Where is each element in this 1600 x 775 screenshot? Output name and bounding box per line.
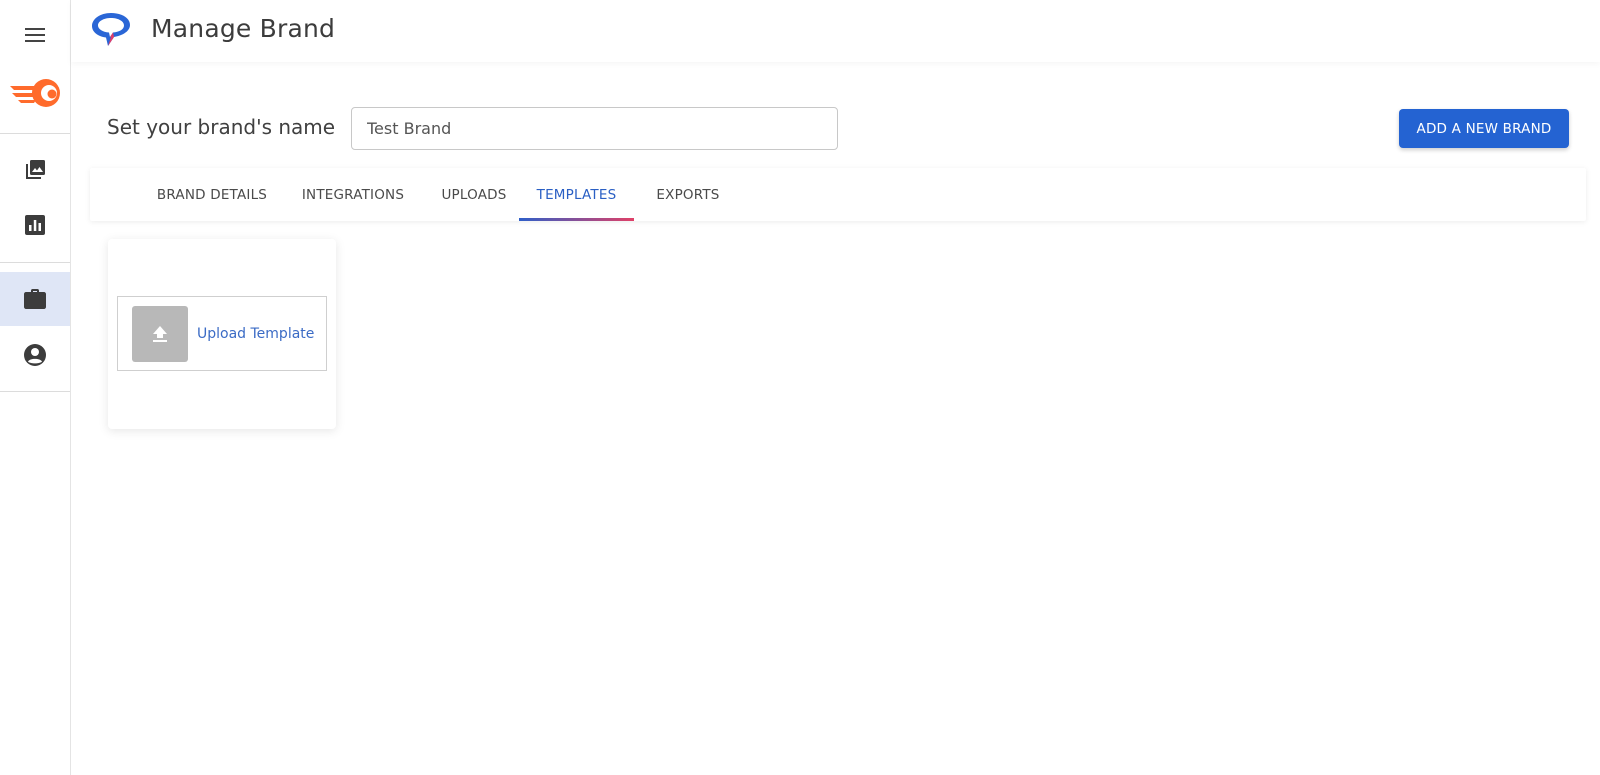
template-card: Upload Template: [108, 239, 336, 429]
sidebar-divider: [0, 391, 70, 392]
bar-chart-icon: [25, 215, 45, 235]
tab-uploads[interactable]: UPLOADS: [432, 168, 516, 221]
upload-arrow-icon: [153, 325, 167, 342]
upload-template-button[interactable]: Upload Template: [117, 296, 327, 371]
tab-templates[interactable]: TEMPLATES: [519, 168, 634, 221]
sidebar-item-brands[interactable]: [0, 272, 70, 326]
chat-bubble-logo-icon: [92, 13, 130, 46]
briefcase-icon: [24, 289, 46, 309]
sidebar-item-account[interactable]: [0, 328, 70, 382]
brand-logo-button[interactable]: [0, 66, 70, 120]
upload-template-label: Upload Template: [197, 325, 315, 342]
active-tab-indicator: [519, 218, 634, 221]
sidebar-divider: [0, 133, 70, 134]
account-circle-icon: [24, 344, 46, 366]
tab-brand-details[interactable]: BRAND DETAILS: [152, 168, 272, 221]
top-bar: Manage Brand: [71, 0, 1600, 62]
add-new-brand-button[interactable]: ADD A NEW BRAND: [1399, 109, 1569, 148]
brand-name-input[interactable]: [351, 107, 838, 150]
sidebar: [0, 0, 71, 775]
brand-name-label: Set your brand's name: [107, 115, 336, 139]
upload-thumbnail: [132, 305, 188, 362]
hamburger-menu-button[interactable]: [0, 8, 70, 62]
tab-integrations[interactable]: INTEGRATIONS: [294, 168, 412, 221]
tab-bar: BRAND DETAILS INTEGRATIONS UPLOADS TEMPL…: [90, 168, 1586, 221]
fire-ball-logo-icon: [10, 79, 60, 107]
sidebar-item-analytics[interactable]: [0, 198, 70, 252]
page-title: Manage Brand: [151, 14, 336, 43]
tab-templates-label: TEMPLATES: [536, 186, 617, 203]
sidebar-divider: [0, 262, 70, 263]
tab-exports[interactable]: EXPORTS: [646, 168, 730, 221]
sidebar-item-gallery[interactable]: [0, 143, 70, 197]
image-gallery-icon: [26, 160, 45, 179]
hamburger-menu-icon: [25, 28, 45, 42]
